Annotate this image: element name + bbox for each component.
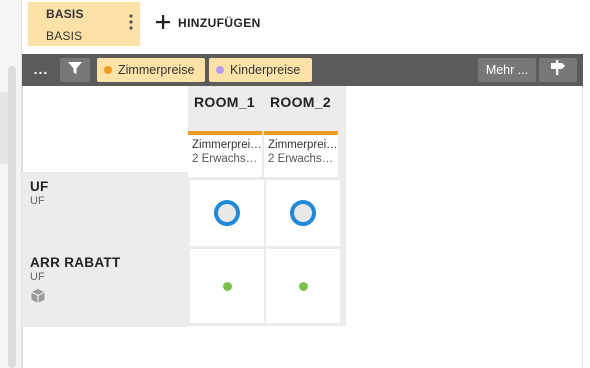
left-rail	[0, 0, 22, 368]
plus-icon	[156, 13, 170, 33]
scrollbar[interactable]	[8, 66, 16, 368]
row-name: UF	[30, 179, 49, 194]
kebab-icon[interactable]	[128, 14, 134, 30]
column-header-room-1[interactable]: ROOM_1	[188, 86, 262, 132]
chip-color-dot	[104, 66, 112, 74]
status-ring-icon	[290, 200, 316, 226]
matrix-cell[interactable]	[266, 249, 340, 323]
signpost-icon	[549, 59, 567, 81]
matrix-cell[interactable]	[190, 180, 264, 246]
chip-label: Kinderpreise	[230, 63, 301, 77]
status-dot-icon	[222, 281, 232, 291]
add-button-label: HINZUFÜGEN	[178, 16, 261, 30]
column-subheader-room-2: Zimmerpreise 2 Erwachsene	[264, 135, 338, 177]
basis-tab-title: BASIS	[46, 7, 84, 21]
column-subheader-room-1: Zimmerpreise 2 Erwachsene	[188, 135, 262, 177]
chip-zimmerpreise[interactable]: Zimmerpreise	[97, 58, 205, 82]
toolbar: ... Zimmerpreise Kinderpreise Mehr ...	[22, 54, 583, 86]
occupancy-label: 2 Erwachsene	[268, 153, 338, 165]
mehr-button[interactable]: Mehr ...	[478, 58, 536, 82]
app-root: BASIS BASIS HINZUFÜGEN ... Zimmerpreise …	[0, 0, 590, 368]
status-ring-icon	[214, 200, 240, 226]
row-header-arr-rabatt[interactable]: ARR RABATT UF	[22, 255, 189, 309]
chip-label: Zimmerpreise	[118, 63, 195, 77]
chip-color-dot	[216, 66, 224, 74]
status-dot-icon	[298, 281, 308, 291]
chip-kinderpreise[interactable]: Kinderpreise	[209, 58, 312, 82]
add-button[interactable]: HINZUFÜGEN	[156, 13, 261, 33]
row-name: ARR RABATT	[30, 255, 121, 270]
package-icon	[30, 288, 189, 309]
matrix-cell[interactable]	[266, 180, 340, 246]
basis-tab-subtitle: BASIS	[46, 29, 83, 43]
row-code: UF	[30, 271, 45, 283]
row-header-uf[interactable]: UF UF	[22, 179, 189, 207]
price-type-label: Zimmerpreise	[268, 139, 338, 151]
signpost-button[interactable]	[539, 58, 577, 82]
more-menu-button[interactable]: ...	[28, 58, 54, 82]
basis-tab[interactable]: BASIS BASIS	[28, 2, 140, 46]
matrix-cell[interactable]	[190, 249, 264, 323]
funnel-icon	[67, 60, 83, 81]
occupancy-label: 2 Erwachsene	[192, 153, 262, 165]
filter-button[interactable]	[60, 58, 90, 82]
row-code: UF	[30, 195, 45, 207]
price-type-label: Zimmerpreise	[192, 139, 262, 151]
column-header-room-2[interactable]: ROOM_2	[264, 86, 338, 132]
